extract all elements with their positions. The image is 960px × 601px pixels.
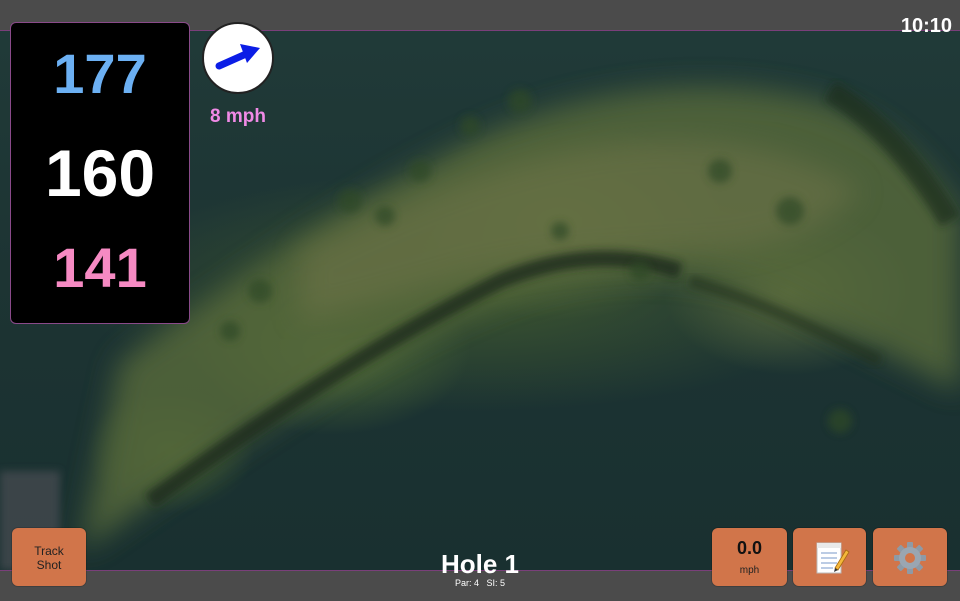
status-clock: 10:10 bbox=[900, 15, 952, 37]
hole-info: Hole 1 Par: 4 SI: 5 bbox=[380, 550, 580, 588]
settings-button[interactable] bbox=[873, 528, 947, 586]
par-label: Par: 4 bbox=[454, 578, 479, 588]
yardage-panel: 177 160 141 bbox=[10, 22, 190, 324]
front-yardage: 141 bbox=[53, 236, 147, 299]
hole-title: Hole 1 bbox=[440, 549, 520, 579]
wind-speed: 8 mph bbox=[210, 106, 266, 127]
track-shot-label-line2: Shot bbox=[36, 558, 62, 572]
track-shot-label-line1: Track bbox=[34, 544, 64, 558]
middle-yardage: 160 bbox=[44, 136, 156, 210]
back-yardage: 177 bbox=[53, 42, 147, 105]
speed-button[interactable]: 0.0 mph bbox=[712, 528, 787, 586]
gear-icon bbox=[894, 542, 926, 574]
speed-unit: mph bbox=[739, 565, 760, 576]
hole-details: Par: 4 SI: 5 bbox=[380, 578, 580, 588]
notes-button[interactable] bbox=[793, 528, 866, 586]
si-label: SI: 5 bbox=[486, 578, 506, 588]
track-shot-button[interactable]: Track Shot bbox=[12, 528, 86, 586]
memo-icon bbox=[816, 542, 850, 574]
wind-arrow-icon bbox=[215, 44, 260, 70]
wind-indicator bbox=[202, 22, 274, 94]
speed-value: 0.0 bbox=[736, 538, 763, 558]
